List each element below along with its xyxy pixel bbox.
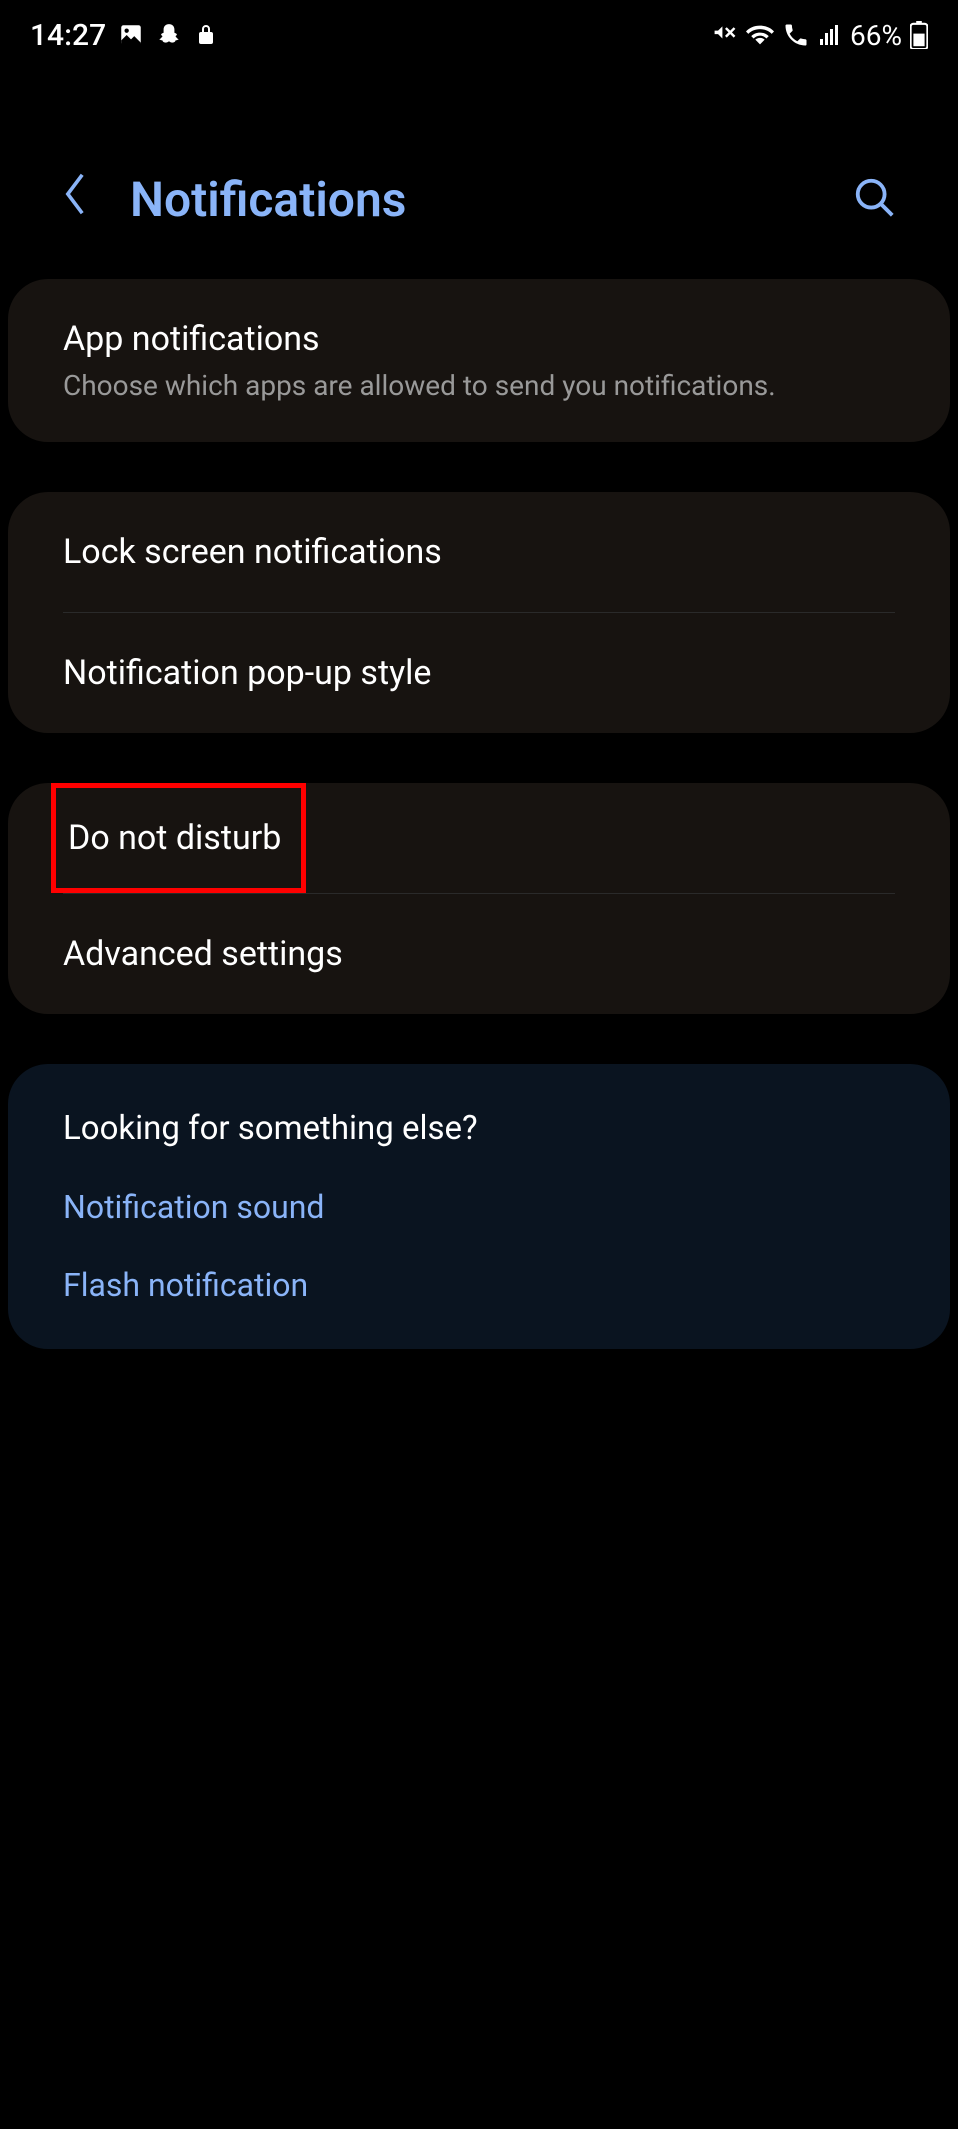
battery-percent: 66% <box>850 19 902 52</box>
lock-screen-title: Lock screen notifications <box>63 532 895 572</box>
status-time: 14:27 <box>30 18 106 53</box>
photo-icon <box>118 22 144 48</box>
advanced-settings-item[interactable]: Advanced settings <box>8 894 950 1014</box>
search-icon[interactable] <box>852 175 898 225</box>
page-header: Notifications <box>0 70 958 279</box>
display-style-card: Lock screen notifications Notification p… <box>8 492 950 733</box>
app-notifications-item[interactable]: App notifications Choose which apps are … <box>8 279 950 442</box>
dnd-item[interactable]: Do not disturb <box>8 783 950 893</box>
lock-screen-item[interactable]: Lock screen notifications <box>8 492 950 612</box>
app-notifications-title: App notifications <box>63 319 895 359</box>
battery-icon <box>910 21 928 49</box>
status-right: 66% <box>712 19 928 52</box>
page-title: Notifications <box>130 171 406 228</box>
advanced-settings-title: Advanced settings <box>63 934 895 974</box>
header-left: Notifications <box>60 170 406 229</box>
lock-icon <box>194 23 218 47</box>
looking-for-card: Looking for something else? Notification… <box>8 1064 950 1349</box>
highlight-box: Do not disturb <box>51 783 306 893</box>
wifi-icon <box>746 21 774 49</box>
signal-icon <box>818 23 842 47</box>
back-icon[interactable] <box>60 170 90 229</box>
flash-notification-link[interactable]: Flash notification <box>8 1246 950 1349</box>
notification-sound-link[interactable]: Notification sound <box>8 1168 950 1246</box>
dnd-title: Do not disturb <box>68 818 281 858</box>
popup-style-title: Notification pop-up style <box>63 653 895 693</box>
app-notifications-subtitle: Choose which apps are allowed to send yo… <box>63 369 895 402</box>
status-left: 14:27 <box>30 18 218 53</box>
popup-style-item[interactable]: Notification pop-up style <box>8 613 950 733</box>
looking-for-heading: Looking for something else? <box>8 1064 950 1168</box>
snapchat-icon <box>156 22 182 48</box>
app-notifications-card: App notifications Choose which apps are … <box>8 279 950 442</box>
dnd-advanced-card: Do not disturb Advanced settings <box>8 783 950 1014</box>
mute-icon <box>712 22 738 48</box>
status-bar: 14:27 66% <box>0 0 958 70</box>
wifi-calling-icon <box>782 21 810 49</box>
